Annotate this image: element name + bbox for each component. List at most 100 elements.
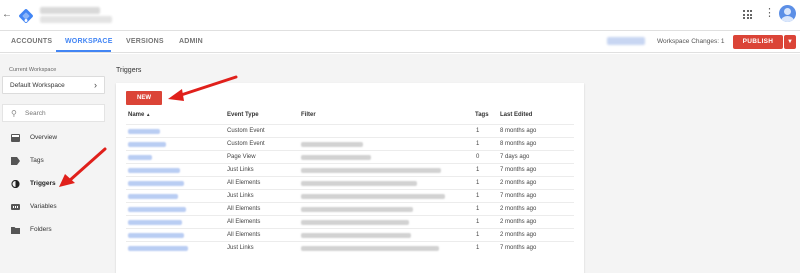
trigger-name-redacted[interactable] <box>128 142 166 147</box>
event-type-cell: Just Links <box>227 245 254 251</box>
tag-icon <box>11 157 20 165</box>
event-type-cell: Custom Event <box>227 141 265 147</box>
content-area: Current Workspace Default Workspace › ⚲ … <box>0 54 800 273</box>
account-avatar-icon[interactable] <box>779 5 796 22</box>
sidebar-item-label: Variables <box>30 203 57 210</box>
event-type-cell: Just Links <box>227 193 254 199</box>
last-edited-cell: 7 days ago <box>500 154 530 160</box>
table-row[interactable]: All Elements 1 2 months ago <box>126 215 574 228</box>
event-type-cell: All Elements <box>227 180 261 186</box>
filter-redacted <box>301 233 411 238</box>
tags-count-cell: 1 <box>476 167 480 173</box>
event-type-cell: All Elements <box>227 232 261 238</box>
table-row[interactable]: Custom Event 1 8 months ago <box>126 137 574 150</box>
search-icon: ⚲ <box>11 109 17 118</box>
sidebar-item-label: Folders <box>30 226 52 233</box>
table-row[interactable]: All Elements 1 2 months ago <box>126 176 574 189</box>
workspace-name: Default Workspace <box>10 82 65 89</box>
chevron-down-icon[interactable]: ▼ <box>784 35 796 49</box>
new-trigger-button[interactable]: NEW <box>126 91 162 105</box>
apps-grid-icon[interactable] <box>743 10 752 19</box>
event-type-cell: Just Links <box>227 167 254 173</box>
top-header: ← ⋮ <box>0 0 800 31</box>
more-vert-icon[interactable]: ⋮ <box>764 8 775 19</box>
sidebar-item-variables[interactable]: Variables <box>0 199 108 215</box>
annotation-arrow-icon <box>59 147 107 187</box>
sort-asc-icon: ▲ <box>146 112 151 117</box>
last-edited-cell: 2 months ago <box>500 206 537 212</box>
last-edited-cell: 7 months ago <box>500 193 537 199</box>
column-header-filter[interactable]: Filter <box>301 112 316 118</box>
trigger-name-redacted[interactable] <box>128 155 152 160</box>
workspace-changes-count: Workspace Changes: 1 <box>657 38 725 45</box>
column-header-last-edited[interactable]: Last Edited <box>500 112 532 118</box>
tags-count-cell: 1 <box>476 128 480 134</box>
filter-redacted <box>301 181 417 186</box>
last-edited-cell: 7 months ago <box>500 245 537 251</box>
trigger-name-redacted[interactable] <box>128 168 180 173</box>
variables-icon <box>11 204 20 210</box>
table-row[interactable]: Just Links 1 7 months ago <box>126 189 574 202</box>
column-header-tags[interactable]: Tags <box>475 112 489 118</box>
sidebar-item-folders[interactable]: Folders <box>0 222 108 238</box>
tags-count-cell: 0 <box>476 154 480 160</box>
tags-count-cell: 1 <box>476 232 480 238</box>
trigger-name-redacted[interactable] <box>128 207 186 212</box>
trigger-name-redacted[interactable] <box>128 194 178 199</box>
trigger-name-redacted[interactable] <box>128 246 188 251</box>
trigger-name-redacted[interactable] <box>128 129 160 134</box>
table-row[interactable]: Custom Event 1 8 months ago <box>126 124 574 137</box>
tags-count-cell: 1 <box>476 193 480 199</box>
table-row[interactable]: Just Links 1 7 months ago <box>126 241 574 254</box>
account-name-redacted[interactable] <box>40 7 100 14</box>
sidebar-item-label: Tags <box>30 157 44 164</box>
filter-redacted <box>301 194 445 199</box>
container-name-redacted[interactable] <box>40 16 112 23</box>
table-row[interactable]: All Elements 1 2 months ago <box>126 202 574 215</box>
preview-button-redacted[interactable] <box>607 37 645 45</box>
tab-versions[interactable]: VERSIONS <box>126 38 164 45</box>
sidebar-item-overview[interactable]: Overview <box>0 130 108 146</box>
current-workspace-label: Current Workspace <box>9 67 57 73</box>
event-type-cell: Page View <box>227 154 256 160</box>
tags-count-cell: 1 <box>476 141 480 147</box>
column-header-event-type[interactable]: Event Type <box>227 112 259 118</box>
last-edited-cell: 8 months ago <box>500 128 537 134</box>
filter-redacted <box>301 142 363 147</box>
table-row[interactable]: Just Links 1 7 months ago <box>126 163 574 176</box>
last-edited-cell: 2 months ago <box>500 180 537 186</box>
last-edited-cell: 8 months ago <box>500 141 537 147</box>
trigger-name-redacted[interactable] <box>128 181 184 186</box>
publish-button[interactable]: PUBLISH <box>733 35 783 49</box>
active-tab-indicator <box>56 50 111 52</box>
tab-admin[interactable]: ADMIN <box>179 38 203 45</box>
tab-workspace[interactable]: WORKSPACE <box>65 38 113 45</box>
workspace-selector[interactable]: Default Workspace › <box>2 76 105 94</box>
search-input[interactable] <box>25 108 95 119</box>
arrow-back-icon[interactable]: ← <box>2 9 12 20</box>
last-edited-cell: 2 months ago <box>500 219 537 225</box>
trigger-name-redacted[interactable] <box>128 233 184 238</box>
filter-redacted <box>301 207 413 212</box>
overview-icon <box>11 134 20 142</box>
table-row[interactable]: All Elements 1 2 months ago <box>126 228 574 241</box>
last-edited-cell: 7 months ago <box>500 167 537 173</box>
page-title: Triggers <box>116 67 142 74</box>
chevron-right-icon: › <box>94 80 97 90</box>
gtm-logo-icon <box>19 9 33 23</box>
tags-count-cell: 1 <box>476 206 480 212</box>
tab-accounts[interactable]: ACCOUNTS <box>11 38 52 45</box>
tags-count-cell: 1 <box>476 180 480 186</box>
table-row[interactable]: Page View 0 7 days ago <box>126 150 574 163</box>
tags-count-cell: 1 <box>476 219 480 225</box>
event-type-cell: All Elements <box>227 206 261 212</box>
column-header-name[interactable]: Name ▲ <box>128 112 150 118</box>
filter-redacted <box>301 155 371 160</box>
tabs-bar: ACCOUNTS WORKSPACE VERSIONS ADMIN Worksp… <box>0 31 800 53</box>
trigger-name-redacted[interactable] <box>128 220 182 225</box>
search-box[interactable]: ⚲ <box>2 104 105 122</box>
filter-redacted <box>301 168 441 173</box>
event-type-cell: Custom Event <box>227 128 265 134</box>
filter-redacted <box>301 220 409 225</box>
last-edited-cell: 2 months ago <box>500 232 537 238</box>
